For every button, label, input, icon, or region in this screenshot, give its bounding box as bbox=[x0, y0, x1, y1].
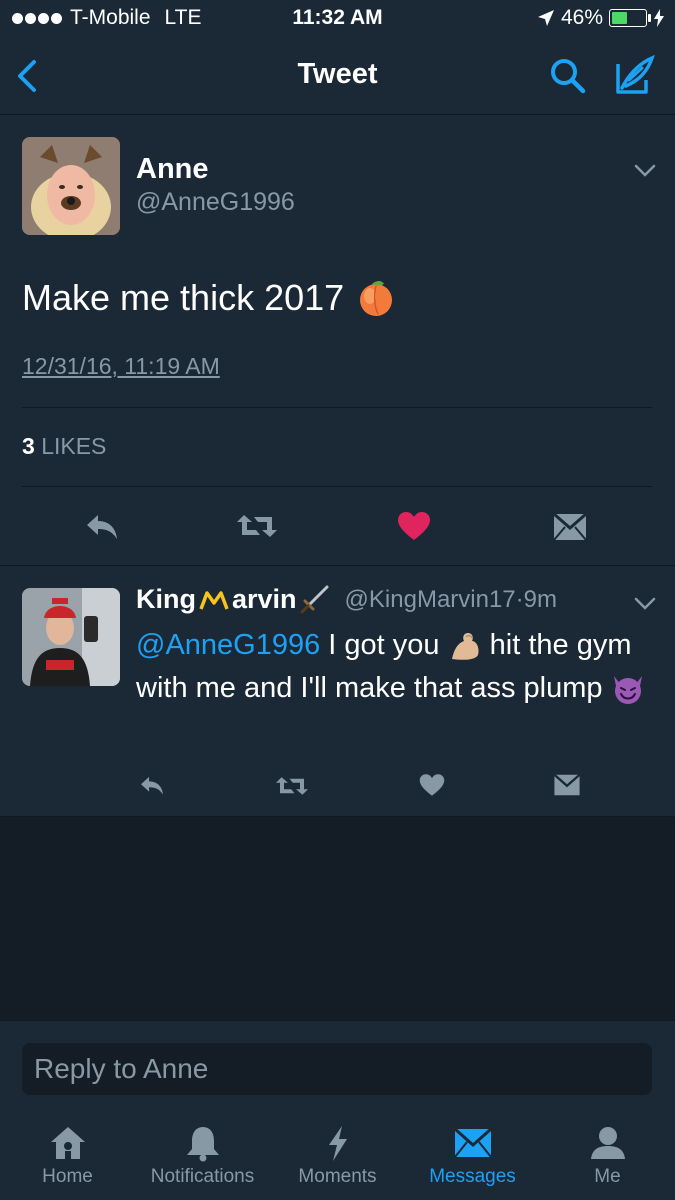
author-name[interactable]: Anne bbox=[136, 153, 209, 186]
chevron-down-icon[interactable] bbox=[633, 596, 657, 612]
chevron-down-icon[interactable] bbox=[633, 163, 657, 179]
location-arrow-icon bbox=[537, 10, 554, 26]
tab-me[interactable]: Me bbox=[540, 1124, 675, 1188]
tab-home[interactable]: Home bbox=[0, 1124, 135, 1188]
author-handle[interactable]: @AnneG1996 bbox=[136, 188, 295, 217]
reply-author-name-part1[interactable]: King bbox=[136, 584, 196, 615]
reply-author-name-part2[interactable]: arvin bbox=[232, 584, 297, 615]
reply-text-a: I got you bbox=[320, 629, 440, 661]
mention-link[interactable]: @AnneG1996 bbox=[136, 629, 320, 661]
flexed-biceps-emoji-icon bbox=[451, 633, 479, 661]
avatar[interactable] bbox=[22, 137, 120, 235]
retweet-icon[interactable] bbox=[236, 511, 278, 541]
reply-time: 9m bbox=[523, 585, 557, 613]
tab-label: Me bbox=[594, 1166, 621, 1187]
empty-area bbox=[0, 817, 675, 1020]
retweet-icon[interactable] bbox=[275, 774, 309, 798]
avatar[interactable] bbox=[22, 588, 120, 686]
person-icon bbox=[590, 1127, 625, 1159]
smiling-devil-emoji-icon bbox=[613, 676, 642, 705]
search-icon[interactable] bbox=[548, 56, 588, 96]
charging-bolt-icon bbox=[654, 9, 664, 27]
tab-label: Moments bbox=[298, 1166, 377, 1187]
divider bbox=[22, 407, 652, 408]
likes-summary[interactable]: 3 LIKES bbox=[22, 433, 106, 460]
tab-messages[interactable]: Messages bbox=[405, 1124, 540, 1188]
likes-label: LIKES bbox=[41, 433, 107, 459]
reply-separator: · bbox=[515, 585, 524, 613]
reply-text: @AnneG1996 I got you hit the gym with me… bbox=[136, 624, 656, 710]
compose-tweet-icon[interactable] bbox=[612, 54, 656, 98]
tweet-timestamp[interactable]: 12/31/16, 11:19 AM bbox=[22, 353, 220, 380]
status-bar: T-Mobile LTE 11:32 AM 46% bbox=[0, 0, 675, 834]
navigation-bar: Tweet bbox=[0, 38, 675, 115]
heart-icon[interactable] bbox=[397, 511, 431, 541]
tab-label: Notifications bbox=[150, 1166, 255, 1187]
reply-icon[interactable] bbox=[84, 511, 120, 541]
reply-tweet: King arvin @KingMarvin17 · 9m @AnneG1996… bbox=[0, 566, 675, 817]
tab-notifications[interactable]: Notifications bbox=[135, 1124, 270, 1188]
home-icon bbox=[50, 1127, 85, 1159]
tab-moments[interactable]: Moments bbox=[270, 1124, 405, 1188]
battery-percent: 46% bbox=[560, 6, 603, 29]
heart-icon[interactable] bbox=[419, 773, 445, 797]
main-tweet: Anne @AnneG1996 Make me thick 2017 12/31… bbox=[0, 115, 675, 566]
direct-message-icon[interactable] bbox=[553, 513, 587, 541]
tab-label: Messages bbox=[429, 1166, 516, 1187]
direct-message-icon[interactable] bbox=[553, 774, 581, 796]
bell-icon bbox=[186, 1127, 219, 1162]
reply-bar bbox=[0, 1020, 675, 1115]
reply-icon[interactable] bbox=[138, 774, 166, 796]
peach-emoji-icon bbox=[360, 281, 393, 316]
divider bbox=[22, 486, 652, 487]
likes-count: 3 bbox=[22, 433, 35, 459]
tab-bar: Home Notifications Moments Messages Me bbox=[0, 1114, 675, 1200]
status-right: 46% bbox=[537, 6, 665, 30]
crown-emoji-icon bbox=[199, 590, 229, 610]
envelope-icon bbox=[453, 1127, 492, 1158]
lightning-icon bbox=[328, 1126, 347, 1161]
tweet-text: Make me thick 2017 bbox=[22, 277, 396, 319]
battery-icon bbox=[609, 9, 651, 27]
tab-label: Home bbox=[42, 1166, 93, 1187]
reply-header: King arvin @KingMarvin17 · 9m bbox=[136, 584, 557, 615]
tweet-text-content: Make me thick 2017 bbox=[22, 277, 345, 318]
reply-input[interactable] bbox=[22, 1043, 652, 1095]
reply-author-handle[interactable]: @KingMarvin17 bbox=[345, 586, 516, 614]
dagger-emoji-icon bbox=[300, 585, 329, 613]
